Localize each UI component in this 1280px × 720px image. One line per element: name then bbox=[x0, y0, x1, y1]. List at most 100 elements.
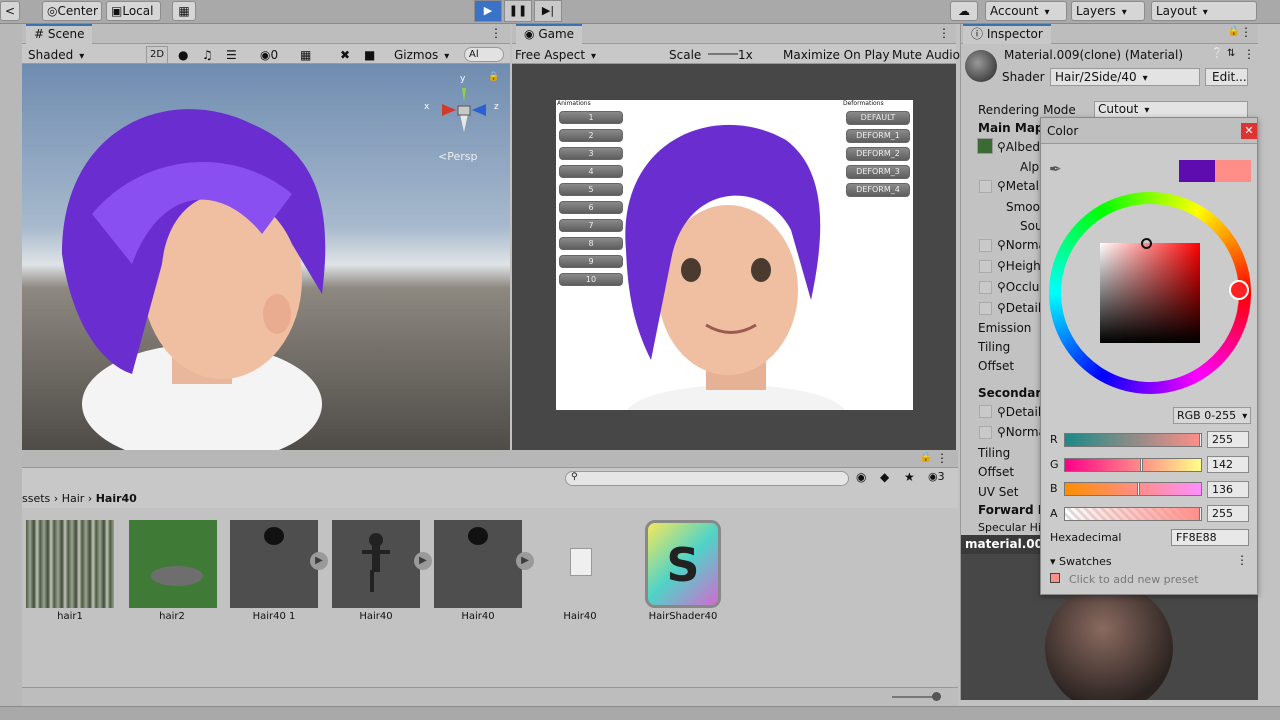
account-dropdown[interactable]: Account bbox=[985, 1, 1067, 21]
shading-mode-dropdown[interactable]: Shaded bbox=[28, 46, 136, 64]
deform-button-1[interactable]: DEFORM_1 bbox=[846, 129, 910, 143]
close-icon[interactable]: ✕ bbox=[1241, 123, 1257, 139]
animation-button-7[interactable]: 7 bbox=[559, 219, 623, 232]
asset-thumbnail-hair40-model[interactable] bbox=[332, 520, 420, 608]
detail-mask-label[interactable]: ⚲Detail bbox=[997, 301, 1041, 315]
slider-handle[interactable] bbox=[1199, 507, 1202, 521]
more-icon[interactable]: ⋮ bbox=[1240, 25, 1252, 39]
rendering-mode-dropdown[interactable]: Cutout bbox=[1094, 101, 1248, 118]
asset-label-hair40-prefab[interactable]: Hair40 bbox=[428, 611, 528, 622]
hidden-packages-toggle[interactable]: ◉3 bbox=[928, 470, 945, 483]
normal-texture-slot[interactable] bbox=[979, 239, 992, 252]
game-view[interactable]: Animations 1 2 3 4 5 6 7 8 9 10 Deformat… bbox=[556, 100, 913, 410]
detail-albedo-label[interactable]: ⚲Detail bbox=[997, 405, 1041, 419]
more-icon[interactable]: ⋮ bbox=[490, 26, 502, 40]
expand-arrow-icon[interactable]: ▶ bbox=[310, 552, 328, 570]
shader-edit-button[interactable]: Edit... bbox=[1205, 68, 1248, 86]
camera-icon[interactable]: ■ bbox=[364, 46, 375, 64]
orientation-gizmo[interactable]: y x z bbox=[424, 74, 502, 140]
channel-r-slider[interactable] bbox=[1064, 433, 1202, 447]
normal-map-label[interactable]: ⚲Norma bbox=[997, 238, 1046, 252]
tab-inspector[interactable]: ⓘ Inspector bbox=[963, 24, 1051, 44]
animation-button-6[interactable]: 6 bbox=[559, 201, 623, 214]
height-map-label[interactable]: ⚲Heigh bbox=[997, 259, 1041, 273]
menu-icon[interactable]: < bbox=[0, 1, 20, 21]
asset-label-hair40-file[interactable]: Hair40 bbox=[530, 611, 630, 622]
shader-icon[interactable]: S bbox=[645, 520, 721, 608]
presets-icon[interactable]: ⇅ bbox=[1227, 48, 1235, 59]
asset-thumbnail-hair40-prefab[interactable] bbox=[434, 520, 522, 608]
saturation-value-square[interactable] bbox=[1100, 243, 1200, 343]
visibility-icon[interactable]: ◉0 bbox=[260, 46, 278, 64]
breadcrumb-hair[interactable]: Hair bbox=[62, 492, 85, 505]
channel-a-input[interactable]: 255 bbox=[1207, 505, 1249, 522]
label-icon[interactable]: ◆ bbox=[880, 470, 889, 484]
lock-icon[interactable]: 🔒 bbox=[920, 452, 932, 463]
asset-label-hair40-1[interactable]: Hair40 1 bbox=[224, 611, 324, 622]
asset-thumbnail-hair2[interactable] bbox=[129, 520, 217, 608]
pause-button[interactable]: ❚❚ bbox=[504, 0, 532, 22]
maximize-on-play-button[interactable]: Maximize On Play bbox=[783, 46, 890, 64]
animation-button-1[interactable]: 1 bbox=[559, 111, 623, 124]
scale-slider[interactable] bbox=[708, 53, 738, 55]
expand-arrow-icon[interactable]: ▶ bbox=[414, 552, 432, 570]
detail-mask-slot[interactable] bbox=[979, 302, 992, 315]
occlusion-texture-slot[interactable] bbox=[979, 281, 992, 294]
slider-handle[interactable] bbox=[1137, 482, 1140, 496]
height-texture-slot[interactable] bbox=[979, 260, 992, 273]
albedo-texture-slot[interactable] bbox=[977, 138, 993, 154]
icon-size-slider[interactable] bbox=[892, 696, 936, 698]
play-button[interactable]: ▶ bbox=[474, 0, 502, 22]
audio-toggle-icon[interactable]: ♫ bbox=[202, 46, 213, 64]
detail-normal-label[interactable]: ⚲Norma bbox=[997, 425, 1046, 439]
channel-g-slider[interactable] bbox=[1064, 458, 1202, 472]
hue-cursor[interactable] bbox=[1229, 280, 1249, 300]
lock-icon[interactable]: 🔒 bbox=[1228, 26, 1240, 37]
scene-viewport[interactable]: y x z <Persp 🔒 bbox=[22, 64, 510, 450]
more-icon[interactable]: ⋮ bbox=[1236, 553, 1248, 567]
slider-handle[interactable] bbox=[1140, 458, 1143, 472]
project-search-input[interactable]: ⚲ bbox=[565, 471, 849, 486]
layers-dropdown[interactable]: Layers bbox=[1071, 1, 1145, 21]
occlusion-label[interactable]: ⚲Occlu bbox=[997, 280, 1039, 294]
2d-toggle[interactable]: 2D bbox=[146, 46, 169, 64]
tab-scene[interactable]: # Scene bbox=[26, 24, 93, 44]
tab-game[interactable]: ◉ Game bbox=[516, 24, 583, 44]
color-mode-dropdown[interactable]: RGB 0-255 bbox=[1173, 407, 1251, 424]
asset-label-hairshader40[interactable]: HairShader40 bbox=[633, 611, 733, 622]
animation-button-2[interactable]: 2 bbox=[559, 129, 623, 142]
channel-a-slider[interactable] bbox=[1064, 507, 1202, 521]
lock-icon[interactable]: 🔒 bbox=[488, 72, 499, 82]
deform-button-4[interactable]: DEFORM_4 bbox=[846, 183, 910, 197]
pivot-local-button[interactable]: ▣Local bbox=[106, 1, 161, 21]
deform-button-default[interactable]: DEFAULT bbox=[846, 111, 910, 125]
mute-audio-button[interactable]: Mute Audio bbox=[892, 46, 960, 64]
file-icon[interactable] bbox=[570, 548, 592, 576]
tools-icon[interactable]: ✖ bbox=[340, 46, 350, 64]
help-icon[interactable]: ❔ bbox=[1211, 48, 1223, 59]
channel-r-input[interactable]: 255 bbox=[1207, 431, 1249, 448]
swatches-foldout[interactable]: ▾ Swatches bbox=[1050, 555, 1112, 568]
more-icon[interactable]: ⋮ bbox=[1243, 47, 1255, 61]
grid-snap-button[interactable]: ▦ bbox=[172, 1, 196, 21]
metallic-label[interactable]: ⚲Metall bbox=[997, 179, 1042, 193]
animation-button-3[interactable]: 3 bbox=[559, 147, 623, 160]
deform-button-2[interactable]: DEFORM_2 bbox=[846, 147, 910, 161]
asset-thumbnail-hair40-1[interactable] bbox=[230, 520, 318, 608]
scene-search-input[interactable]: Al bbox=[464, 47, 504, 62]
pivot-center-button[interactable]: ◎Center bbox=[42, 1, 102, 21]
animation-button-8[interactable]: 8 bbox=[559, 237, 623, 250]
favorite-icon[interactable]: ★ bbox=[904, 470, 915, 484]
grid-toggle-icon[interactable]: ▦ bbox=[300, 46, 311, 64]
channel-b-input[interactable]: 136 bbox=[1207, 481, 1249, 498]
hex-input[interactable]: FF8E88 bbox=[1171, 529, 1249, 546]
asset-label-hair40-model[interactable]: Hair40 bbox=[326, 611, 426, 622]
expand-arrow-icon[interactable]: ▶ bbox=[516, 552, 534, 570]
sv-cursor[interactable] bbox=[1141, 238, 1152, 249]
filter-type-icon[interactable]: ◉ bbox=[856, 470, 866, 484]
aspect-dropdown[interactable]: Free Aspect bbox=[515, 46, 660, 64]
icon-size-handle[interactable] bbox=[932, 692, 941, 701]
breadcrumb-hair40[interactable]: Hair40 bbox=[96, 492, 137, 505]
preset-swatch[interactable] bbox=[1050, 573, 1060, 583]
asset-label-hair2[interactable]: hair2 bbox=[122, 611, 222, 622]
